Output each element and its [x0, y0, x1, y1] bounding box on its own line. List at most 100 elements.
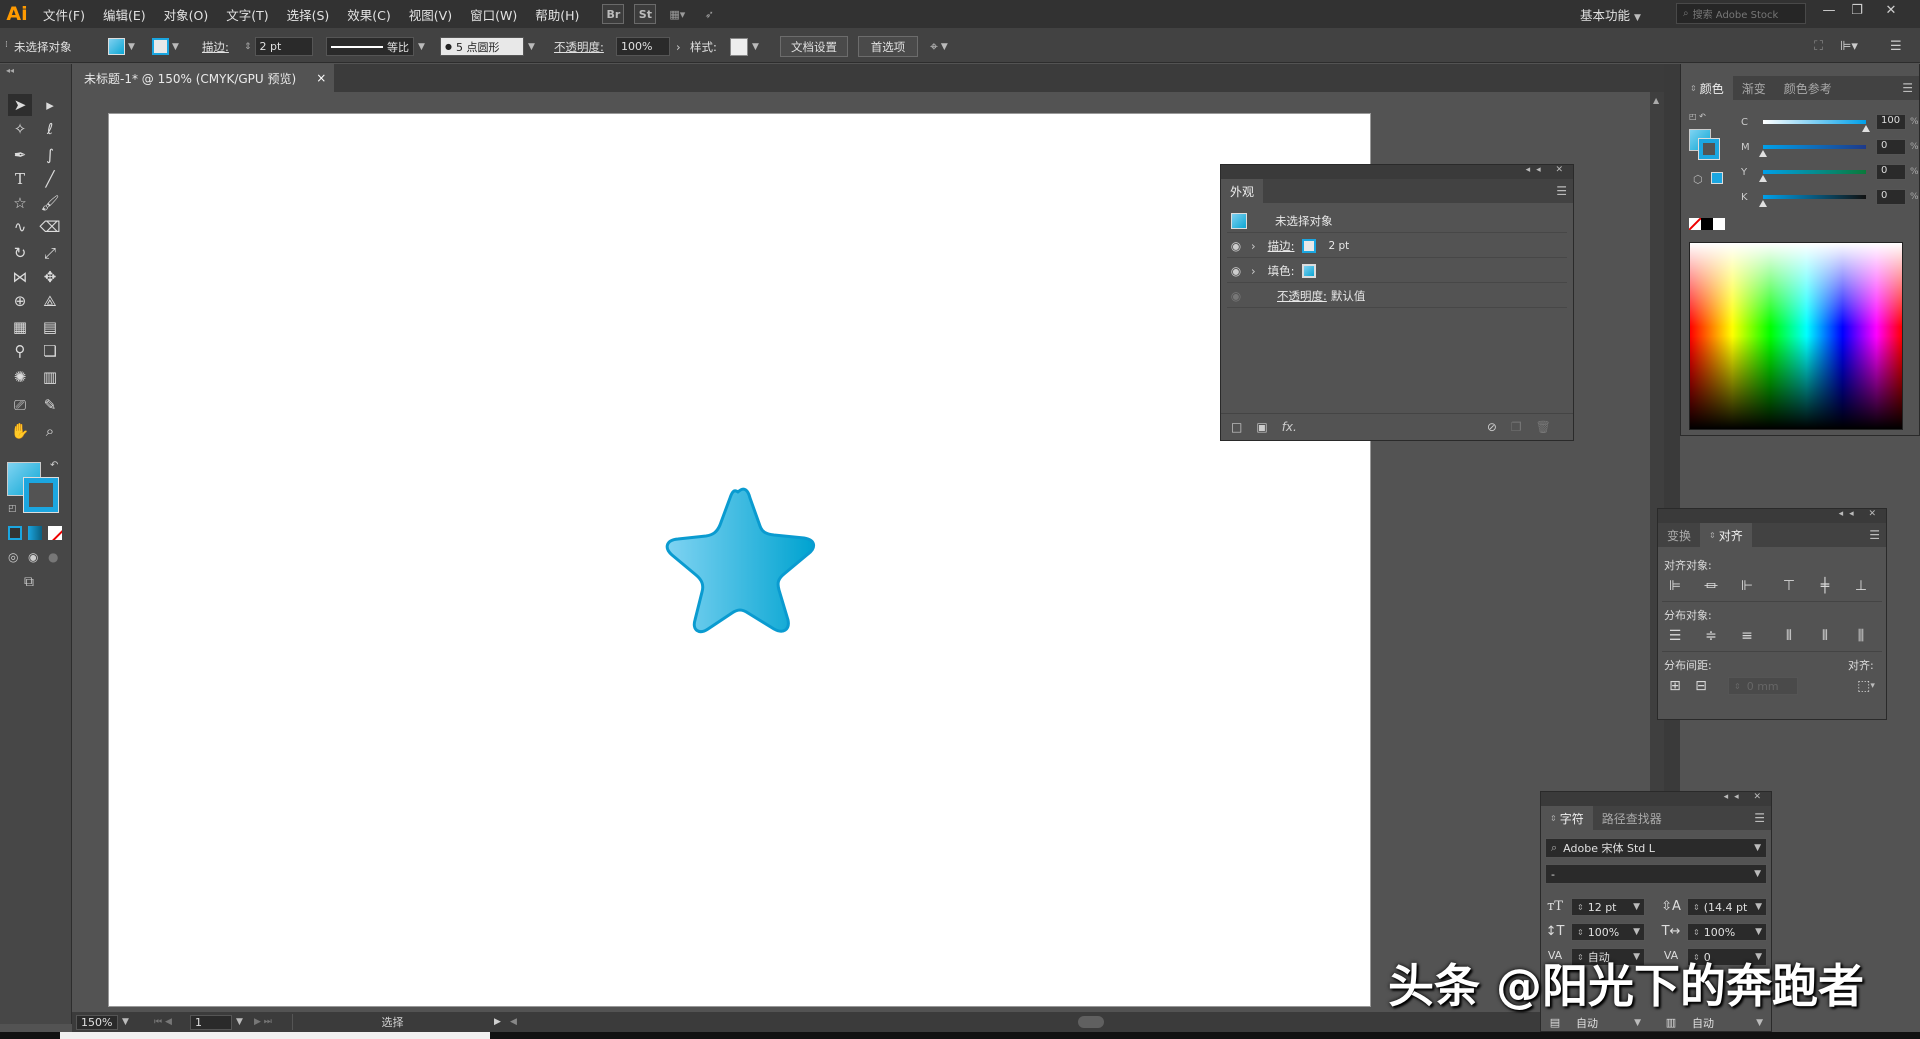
align-right-icon[interactable]: ⊩: [1738, 577, 1756, 595]
arrange-documents-icon[interactable]: ▦▾: [666, 4, 688, 24]
tab-gradient[interactable]: 渐变: [1733, 76, 1775, 100]
vertical-scale-input[interactable]: ⇕ 100% ▼: [1571, 923, 1645, 941]
tab-color[interactable]: ⇕ 颜色: [1681, 76, 1733, 100]
in-gamut-swatch[interactable]: [1711, 172, 1723, 184]
align-left-icon[interactable]: ⊫: [1666, 577, 1684, 595]
type-tool-icon[interactable]: T: [8, 168, 32, 190]
artboard-number-input[interactable]: 1: [190, 1014, 232, 1030]
star-shape[interactable]: [650, 480, 830, 640]
swap-colors-icon[interactable]: ↶: [50, 460, 58, 471]
line-tool-icon[interactable]: ╱: [38, 168, 62, 190]
eye-icon[interactable]: ◉: [1227, 239, 1245, 253]
scroll-left-icon[interactable]: ◀: [510, 1014, 517, 1030]
eye-icon[interactable]: ◉: [1227, 289, 1245, 303]
menu-view[interactable]: 视图(V): [400, 5, 461, 24]
shaper-tool-icon[interactable]: ∿: [8, 216, 32, 238]
magic-wand-tool-icon[interactable]: ✧: [8, 118, 32, 140]
add-stroke-icon[interactable]: □: [1231, 420, 1242, 434]
distribute-vcenter-icon[interactable]: ≑: [1702, 627, 1720, 645]
draw-inside-icon[interactable]: ●: [48, 550, 58, 564]
appearance-opacity-row[interactable]: ◉ 不透明度: 默认值: [1227, 284, 1567, 308]
close-window-button[interactable]: ✕: [1878, 3, 1904, 23]
menu-select[interactable]: 选择(S): [278, 5, 339, 24]
opacity-label[interactable]: 不透明度:: [554, 36, 604, 57]
slider-thumb[interactable]: [1759, 175, 1767, 182]
brush-control[interactable]: ● 5 点圆形 ▼: [440, 36, 535, 57]
align-icon[interactable]: ⊫▾: [1840, 36, 1858, 57]
collapse-close-icons[interactable]: ◂◂ ✕: [1526, 165, 1569, 175]
tab-appearance[interactable]: 外观: [1221, 179, 1264, 203]
zoom-tool-icon[interactable]: ⌕: [38, 420, 62, 442]
color-stroke-swatch[interactable]: [1698, 138, 1720, 160]
scroll-up-icon[interactable]: ▲: [1653, 96, 1659, 105]
opacity-input[interactable]: 100%: [616, 37, 670, 56]
slider-thumb[interactable]: [1862, 125, 1870, 132]
width-tool-icon[interactable]: ⋈: [8, 266, 32, 288]
star-tool-icon[interactable]: ☆: [8, 192, 32, 214]
zoom-control[interactable]: 150% ▼: [76, 1014, 129, 1030]
puppet-warp-tool-icon[interactable]: ✥: [38, 266, 62, 288]
chevron-right-icon[interactable]: ›: [1251, 264, 1256, 278]
restore-button[interactable]: ❐: [1844, 3, 1870, 23]
draw-normal-icon[interactable]: ◎: [8, 550, 18, 564]
eye-icon[interactable]: ◉: [1227, 264, 1245, 278]
default-colors-icon[interactable]: ◰: [8, 504, 17, 514]
collapse-toolbox-icon[interactable]: ◂◂: [6, 66, 14, 75]
distribute-left-icon[interactable]: ⫴: [1780, 627, 1798, 645]
slice-tool-icon[interactable]: ✎: [38, 394, 62, 416]
tab-transform[interactable]: 变换: [1658, 523, 1700, 547]
distribute-bottom-icon[interactable]: ≡: [1738, 627, 1756, 645]
cyan-slider[interactable]: [1763, 120, 1870, 132]
rotate-tool-icon[interactable]: ↻: [8, 242, 32, 264]
align-horizontal-center-icon[interactable]: ⏛: [1702, 577, 1720, 595]
blend-tool-icon[interactable]: ❏: [38, 340, 62, 362]
chevron-right-icon[interactable]: ›: [1251, 239, 1256, 253]
last-artboard-icon[interactable]: ▶ ⏭: [254, 1014, 272, 1030]
panel-menu-icon[interactable]: ☰: [1869, 528, 1880, 542]
symbol-sprayer-tool-icon[interactable]: ✺: [8, 366, 32, 388]
screen-mode-icon[interactable]: ⧉: [24, 574, 34, 590]
vertical-spacing-icon[interactable]: ⊞: [1666, 677, 1684, 695]
horizontal-spacing-icon[interactable]: ⊟: [1692, 677, 1710, 695]
draw-behind-icon[interactable]: ◉: [28, 550, 38, 564]
stroke-color-swatch[interactable]: [23, 477, 59, 513]
perspective-grid-tool-icon[interactable]: ⟁: [38, 290, 62, 312]
horizontal-scale-input[interactable]: ⇕ 100% ▼: [1687, 923, 1767, 941]
yellow-slider[interactable]: [1759, 170, 1866, 182]
transform-icon[interactable]: ⛶: [1814, 36, 1823, 57]
gpu-performance-icon[interactable]: ➶: [698, 4, 720, 24]
curvature-tool-icon[interactable]: ∫: [38, 144, 62, 166]
color-mode-icon[interactable]: [8, 526, 22, 540]
eraser-tool-icon[interactable]: ⌫: [38, 216, 62, 238]
opacity-row-label[interactable]: 不透明度:: [1277, 288, 1327, 304]
cyan-value-input[interactable]: 100: [1876, 114, 1906, 130]
first-artboard-icon[interactable]: ⏮ ◀: [154, 1014, 172, 1030]
duplicate-item-icon[interactable]: ❐: [1511, 420, 1522, 434]
stroke-swatch-control[interactable]: ▼: [152, 36, 179, 57]
black-slider[interactable]: [1759, 195, 1866, 207]
none-mode-icon[interactable]: [48, 526, 62, 540]
distribute-right-icon[interactable]: ⫼: [1852, 627, 1870, 645]
stroke-row-label[interactable]: 描边:: [1268, 238, 1295, 254]
stroke-weight-input[interactable]: 2 pt: [254, 37, 313, 56]
stroke-profile-control[interactable]: 等比 ▼: [326, 36, 425, 57]
preferences-button[interactable]: 首选项: [858, 36, 918, 57]
font-style-select[interactable]: - ▼: [1545, 864, 1767, 884]
spacing-input[interactable]: ⇕ 0 mm: [1728, 677, 1798, 695]
add-effect-button[interactable]: fx.: [1282, 420, 1297, 434]
column-graph-tool-icon[interactable]: ▥: [38, 366, 62, 388]
bridge-button[interactable]: Br: [602, 4, 625, 24]
menu-file[interactable]: 文件(F): [34, 5, 94, 24]
collapse-close-icons[interactable]: ◂◂ ✕: [1839, 509, 1882, 519]
black-value-input[interactable]: 0: [1876, 189, 1906, 205]
direct-selection-tool-icon[interactable]: ▸: [38, 94, 62, 116]
tab-pathfinder[interactable]: 路径查找器: [1593, 806, 1671, 830]
mesh-tool-icon[interactable]: ▦: [8, 316, 32, 338]
delete-item-icon[interactable]: 🗑: [1536, 420, 1551, 434]
black-swatch[interactable]: [1701, 218, 1713, 230]
stroke-row-swatch[interactable]: [1302, 238, 1317, 253]
align-bottom-icon[interactable]: ⊥: [1852, 577, 1870, 595]
align-vertical-center-icon[interactable]: ╪: [1816, 577, 1834, 595]
selection-tool-icon[interactable]: ➤: [8, 94, 32, 116]
appearance-header-row[interactable]: 未选择对象: [1227, 209, 1567, 233]
